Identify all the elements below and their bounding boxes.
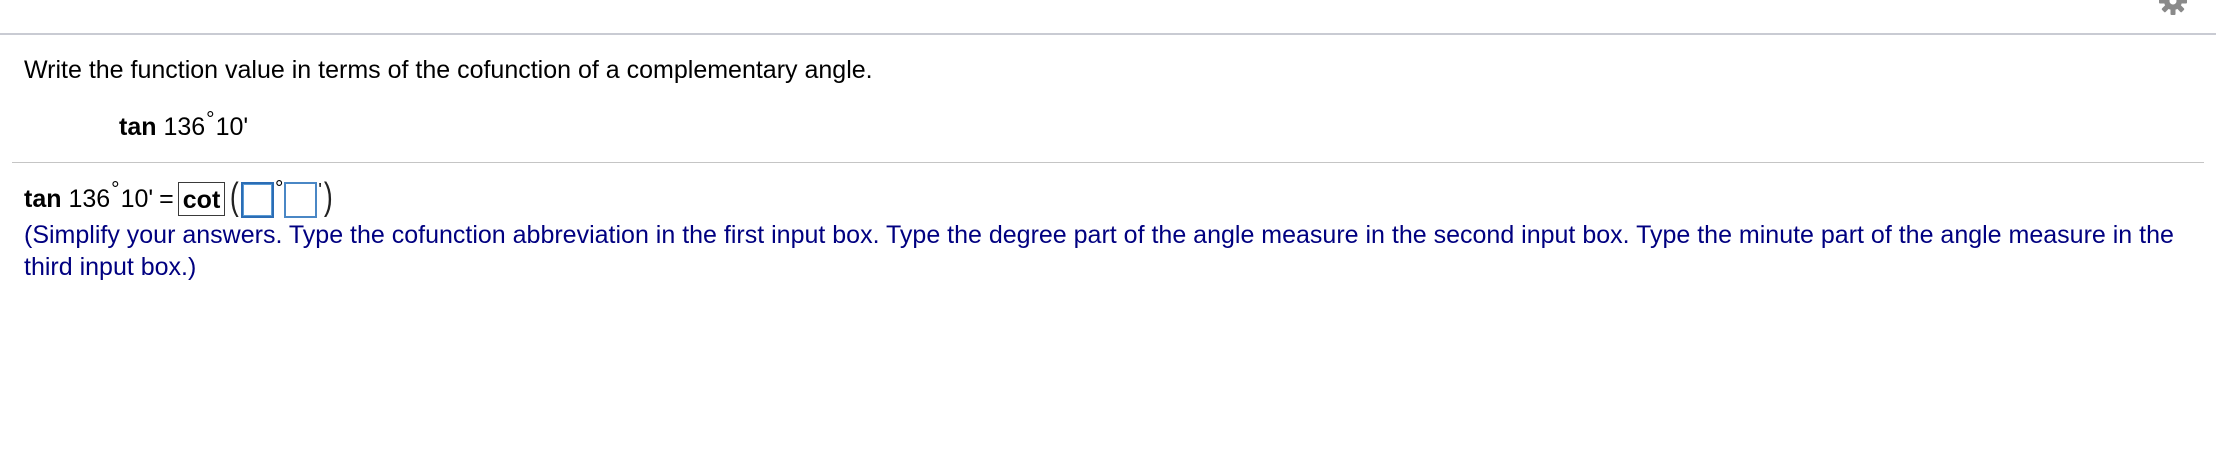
question-instruction: Write the function value in terms of the… [24, 56, 873, 84]
degree-separator: ° [274, 177, 284, 200]
answer-line: tan 136 ° 10' = cot ( ° ' ) [24, 176, 334, 220]
close-paren: ) [323, 176, 333, 218]
answer-angle-degrees: 136 [68, 184, 111, 213]
problem-function: tan [119, 113, 157, 141]
problem-degree-symbol: ° [206, 108, 215, 131]
degree-input[interactable] [240, 182, 274, 218]
gear-icon[interactable] [2158, 0, 2188, 16]
header-divider [0, 33, 2216, 35]
problem-angle-degrees: 136 [163, 113, 206, 141]
problem-expression: tan 136°10' [119, 108, 249, 146]
open-paren: ( [230, 176, 240, 218]
cofunction-answer-box[interactable]: cot [177, 182, 226, 216]
answer-degree-symbol: ° [111, 178, 120, 201]
section-divider [12, 162, 2204, 163]
equals-sign: = [159, 184, 174, 213]
answer-hint: (Simplify your answers. Type the cofunct… [24, 221, 2174, 281]
answer-angle-minutes: 10' [120, 184, 154, 213]
problem-angle-minutes: 10' [215, 113, 249, 141]
minute-separator: ' [318, 179, 322, 200]
minute-input[interactable] [284, 182, 318, 218]
answer-function: tan [24, 184, 62, 213]
